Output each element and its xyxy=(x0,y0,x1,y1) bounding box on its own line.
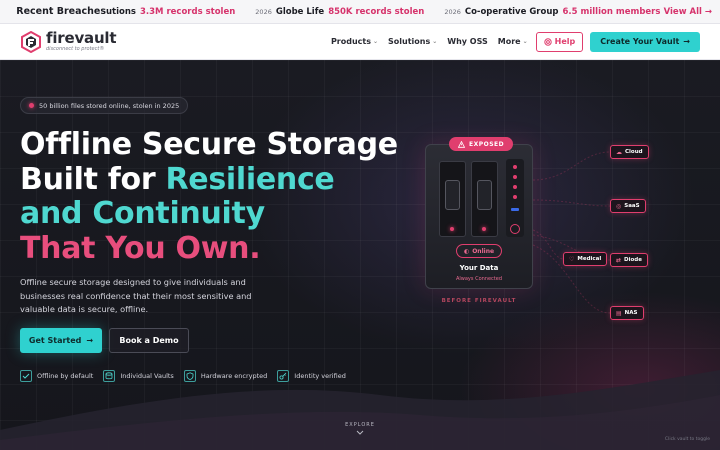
device-side-panel xyxy=(506,159,524,237)
hero-section: 50 billion files stored online, stolen i… xyxy=(0,60,720,450)
online-label: Online xyxy=(472,247,495,255)
ticker-item-stat: 3.3M records stolen xyxy=(139,6,236,17)
firevault-logo-icon xyxy=(21,30,41,53)
node-label: Cloud xyxy=(625,149,643,155)
ticker-item[interactable]: 2026 Globe Life 850K records stolen xyxy=(255,7,424,17)
ticker-item-year: 2026 xyxy=(444,7,461,16)
nav-item-label: Why OSS xyxy=(447,37,488,46)
breach-ticker: Recent Breaches utions 3.3M records stol… xyxy=(0,0,720,24)
device-caption: BEFORE FIREVAULT xyxy=(441,298,517,304)
explore-label[interactable]: EXPLORE xyxy=(330,422,390,428)
brand-name: firevault xyxy=(46,29,117,47)
status-led xyxy=(513,195,517,199)
nav-item-products[interactable]: Products ⌄ xyxy=(331,37,378,46)
cloud-icon: ☁ xyxy=(616,148,622,156)
node-nas: ▤ NAS xyxy=(610,306,644,320)
nav-links: Products ⌄ Solutions ⌄ Why OSS More ⌄ xyxy=(331,37,528,46)
server-icon: ▤ xyxy=(616,309,622,317)
help-label: Help xyxy=(554,37,576,46)
nav-item-label: Products xyxy=(330,37,371,46)
node-label: NAS xyxy=(624,310,638,316)
drive-handle xyxy=(445,180,460,210)
online-status: ◐ Online xyxy=(456,244,502,258)
ticker-items: utions 3.3M records stolen 2026 Globe Li… xyxy=(106,7,660,17)
ticker-item-stat: 6.5 million members (names, contact deta… xyxy=(562,6,660,17)
arrows-icon: ⇄ xyxy=(616,256,622,264)
ticker-title: Recent Breaches xyxy=(16,6,106,17)
heart-icon: ♡ xyxy=(569,255,575,263)
status-led xyxy=(513,175,517,179)
node-label: SaaS xyxy=(624,203,640,209)
toggle-hint: Click vault to toggle xyxy=(664,437,710,442)
node-label: Medical xyxy=(577,256,602,262)
create-vault-label: Create Your Vault xyxy=(600,37,680,46)
chevron-down-icon[interactable] xyxy=(356,430,364,436)
ticker-item-stat: 850K records stolen xyxy=(328,6,425,17)
ticker-header: Recent Breaches xyxy=(0,0,106,23)
brand-tagline: disconnect to protect® xyxy=(46,46,105,52)
node-medical: ♡ Medical xyxy=(563,252,608,266)
power-button-icon xyxy=(510,224,520,234)
nav-item-why-oss[interactable]: Why OSS xyxy=(447,37,487,46)
status-led xyxy=(450,227,454,231)
status-led xyxy=(513,165,517,169)
exposed-badge: EXPOSED xyxy=(449,137,514,151)
view-all-link[interactable]: View All → xyxy=(660,0,720,23)
device-title: Your Data xyxy=(459,264,499,272)
ticker-item[interactable]: 2026 Co-operative Group 6.5 million memb… xyxy=(444,7,660,17)
chevron-down-icon: ⌄ xyxy=(522,38,528,45)
node-saas: ◎ SaaS xyxy=(610,199,646,213)
navbar: firevault disconnect to protect® Product… xyxy=(0,24,720,60)
globe-icon: ◎ xyxy=(616,202,622,210)
nav-item-label: More xyxy=(497,37,521,46)
nav-item-label: Solutions xyxy=(388,37,431,46)
usb-port xyxy=(511,208,519,211)
status-led xyxy=(513,185,517,189)
ticker-item-name: Co-operative Group xyxy=(464,6,559,17)
nav-item-solutions[interactable]: Solutions ⌄ xyxy=(388,37,437,46)
status-led xyxy=(482,227,486,231)
create-vault-button[interactable]: Create Your Vault → xyxy=(590,31,700,52)
chevron-down-icon: ⌄ xyxy=(432,38,438,45)
help-button[interactable]: Help xyxy=(535,31,584,52)
node-label: Diode xyxy=(624,257,642,263)
node-diode: ⇄ Diode xyxy=(610,253,648,267)
chevron-down-icon: ⌄ xyxy=(373,38,379,45)
arrow-right-icon: → xyxy=(683,37,690,46)
drive-bay xyxy=(439,161,466,237)
lifebuoy-icon xyxy=(543,37,552,46)
ticker-item-name: Globe Life xyxy=(275,6,325,17)
drive-bay xyxy=(471,161,498,237)
wifi-icon: ◐ xyxy=(463,247,470,255)
ticker-item[interactable]: utions 3.3M records stolen xyxy=(106,7,235,17)
ticker-item-year: 2026 xyxy=(255,7,272,16)
device-subtitle: Always Connected xyxy=(455,276,503,282)
brand-logo[interactable]: firevault disconnect to protect® xyxy=(20,29,117,53)
warning-icon xyxy=(458,140,465,148)
exposed-label: EXPOSED xyxy=(469,140,505,148)
drive-handle xyxy=(477,180,492,210)
ticker-item-name: utions xyxy=(106,6,136,17)
nav-item-more[interactable]: More ⌄ xyxy=(498,37,528,46)
node-cloud: ☁ Cloud xyxy=(610,145,649,159)
